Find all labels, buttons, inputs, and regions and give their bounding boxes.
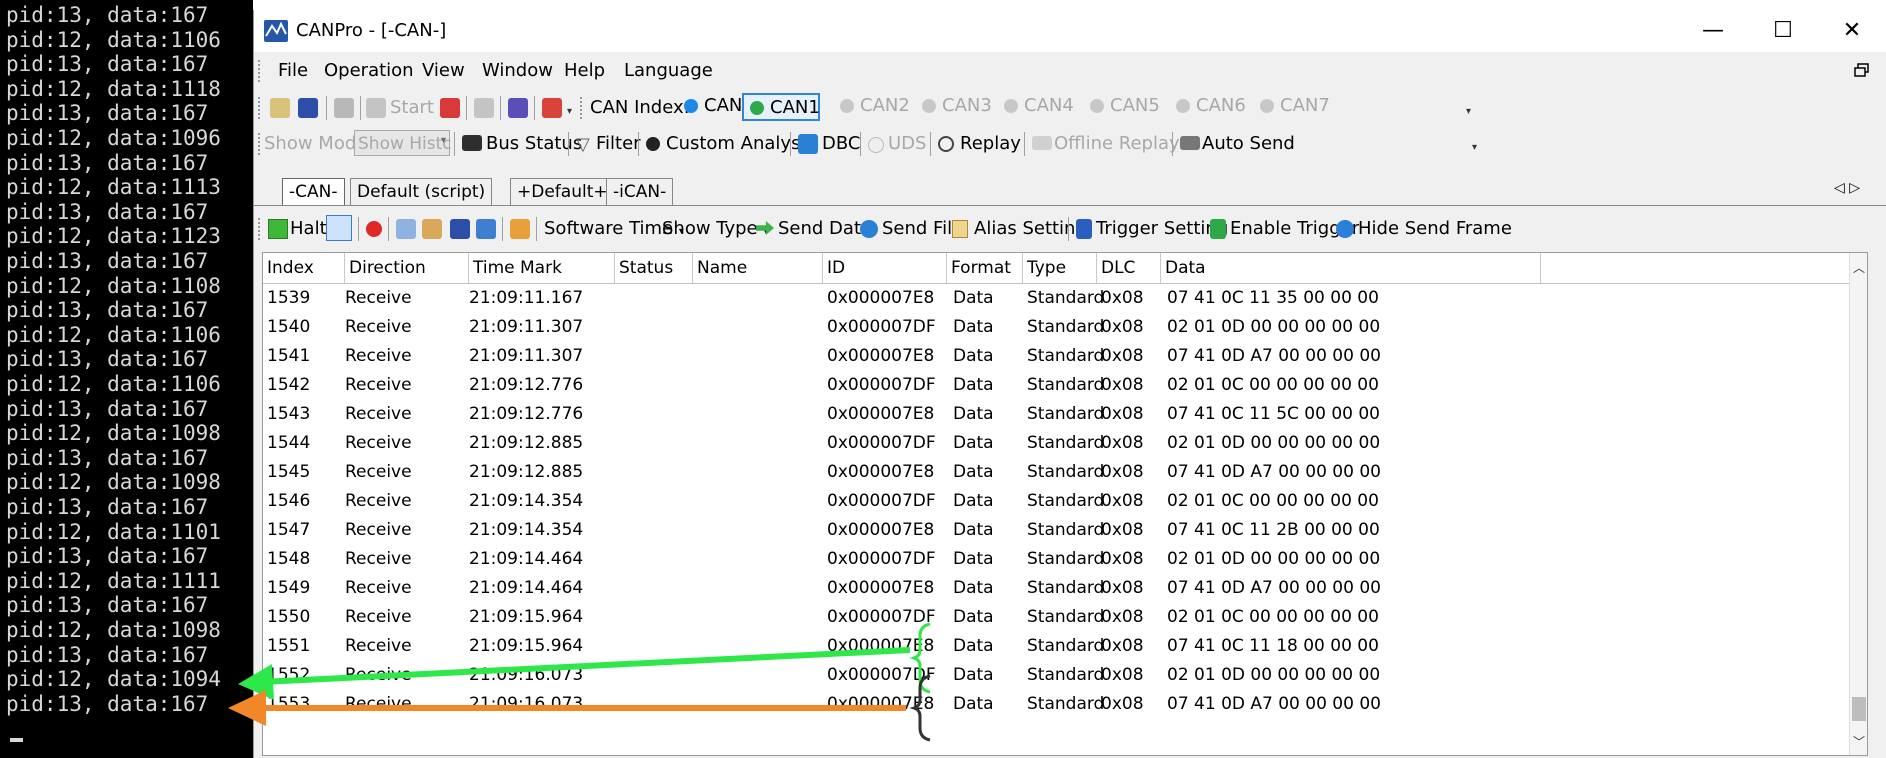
- green-arrow-head-icon: [238, 664, 274, 700]
- green-arrow-line: [261, 647, 911, 685]
- orange-arrow-head-icon: [228, 690, 266, 726]
- annotation-overlay: [228, 622, 931, 742]
